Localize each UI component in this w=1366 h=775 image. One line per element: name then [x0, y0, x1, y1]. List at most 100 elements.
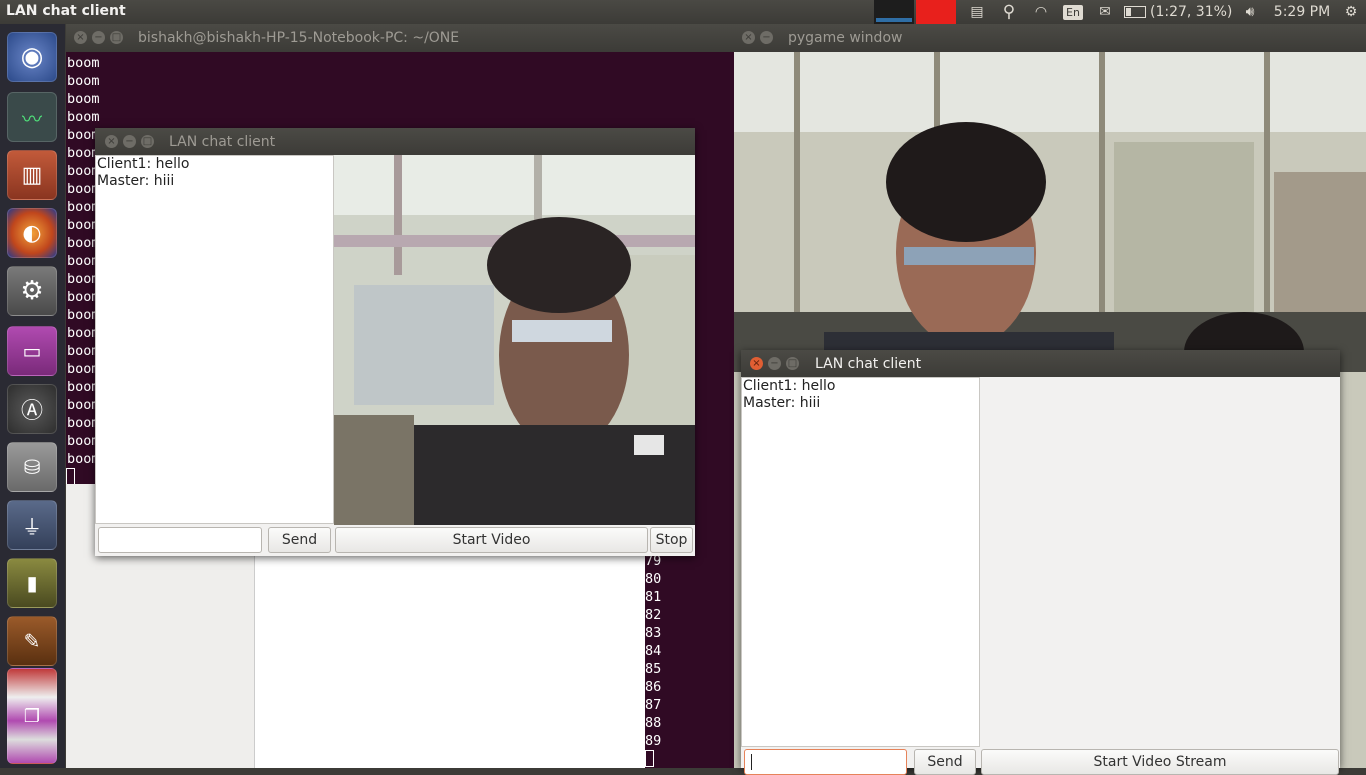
wifi-icon: ◠ [1034, 4, 1048, 20]
workspace-switcher-button[interactable]: ▭ [7, 326, 57, 376]
terminal-line: boom [67, 109, 100, 125]
pygame-titlebar[interactable]: × − pygame window [734, 24, 1366, 52]
search-icon: ⚲ [1002, 2, 1016, 22]
clock-indicator[interactable]: 5:29 PM [1270, 0, 1334, 24]
terminal-cursor [66, 468, 75, 485]
network-indicator[interactable]: ◠ [1028, 0, 1054, 24]
number-line: 83 [645, 625, 662, 641]
battery-app-button[interactable]: ▮ [7, 558, 57, 608]
minimize-icon[interactable]: − [768, 357, 781, 370]
gimp-icon: ✎ [23, 629, 41, 653]
line-number-output: 79 80 81 82 83 84 85 86 87 88 89 [645, 552, 661, 750]
maximize-icon[interactable]: □ [141, 135, 154, 148]
ubuntu-logo-icon: ◉ [20, 42, 44, 72]
pygame-title: pygame window [788, 30, 903, 46]
terminal-line: boom [67, 91, 100, 107]
files-button[interactable]: ▥ [7, 150, 57, 200]
chat-left-message-input[interactable] [98, 527, 262, 553]
top-panel: LAN chat client ▤ ⚲ ◠ En ✉ (1:27, 31%) 🔊… [0, 0, 1366, 24]
chat-right-titlebar[interactable]: × − □ LAN chat client [741, 350, 1340, 378]
chat-window-left[interactable]: × − □ LAN chat client Client1: hello Mas… [95, 128, 695, 556]
keyboard-indicator[interactable]: En [1060, 0, 1086, 24]
number-line: 86 [645, 679, 662, 695]
battery-app-icon: ▮ [26, 571, 38, 595]
number-line: 89 [645, 733, 662, 749]
chat-right-title: LAN chat client [815, 356, 922, 372]
chat-left-send-button[interactable]: Send [268, 527, 331, 553]
minimize-icon[interactable]: − [760, 31, 773, 44]
system-monitor-icon: 〰 [22, 106, 42, 131]
battery-icon [1124, 6, 1146, 18]
chat-right-message-list[interactable]: Client1: hello Master: hiii [741, 377, 980, 747]
minimize-icon[interactable]: − [123, 135, 136, 148]
disk-drive-button[interactable]: ⛁ [7, 442, 57, 492]
chat-message: Master: hiii [97, 173, 175, 189]
chat-left-titlebar[interactable]: × − □ LAN chat client [95, 128, 695, 156]
chat-message: Client1: hello [97, 156, 190, 172]
chat-left-title: LAN chat client [169, 134, 276, 150]
keyboard-layout-label: En [1063, 4, 1083, 20]
close-icon[interactable]: × [74, 31, 87, 44]
ubuntu-dash-button[interactable]: ◉ [7, 32, 57, 82]
search-indicator[interactable]: ⚲ [996, 0, 1022, 24]
chat-right-video-area [980, 377, 1340, 745]
maximize-icon[interactable]: □ [110, 31, 123, 44]
number-line: 85 [645, 661, 662, 677]
launcher: ◉ 〰 ▥ ◐ ⚙ ▭ Ⓐ ⛁ ⏚ ▮ ✎ ❐ [0, 24, 65, 768]
battery-status: (1:27, 31%) [1150, 4, 1233, 20]
gimp-button[interactable]: ✎ [7, 616, 57, 666]
clipboard-indicator[interactable]: ▤ [964, 0, 990, 24]
sound-indicator[interactable]: 🔊︎ [1238, 0, 1262, 24]
minimize-icon[interactable]: − [92, 31, 105, 44]
start-video-button[interactable]: Start Video [335, 527, 648, 553]
terminal-line: boom [67, 73, 100, 89]
number-line: 82 [645, 607, 662, 623]
number-line: 87 [645, 697, 662, 713]
memory-graph-indicator[interactable] [916, 0, 956, 24]
firefox-button[interactable]: ◐ [7, 208, 57, 258]
software-updater-button[interactable]: Ⓐ [7, 384, 57, 434]
terminal-title: bishakh@bishakh-HP-15-Notebook-PC: ~/ONE [138, 30, 460, 46]
hard-disk-icon: ⛁ [23, 455, 41, 479]
gear-icon: ⚙ [1344, 4, 1358, 20]
chat-right-message-input[interactable] [744, 749, 907, 775]
settings-gear-icon: ⚙ [20, 276, 44, 306]
chat-left-video-feed [334, 155, 695, 525]
close-icon[interactable]: × [750, 357, 763, 370]
file-cabinet-icon: ▥ [21, 162, 43, 188]
mail-indicator[interactable]: ✉ [1092, 0, 1118, 24]
speaker-icon: 🔊︎ [1245, 4, 1255, 20]
mail-icon: ✉ [1099, 4, 1111, 20]
terminal-line: boom [67, 55, 100, 71]
system-settings-button[interactable]: ⚙ [7, 266, 57, 316]
number-line: 88 [645, 715, 662, 731]
usb-icon: ⏚ [22, 514, 42, 539]
session-indicator[interactable]: ⚙ [1340, 0, 1362, 24]
cpu-graph-indicator[interactable] [874, 0, 914, 24]
system-monitor-button[interactable]: 〰 [7, 92, 57, 142]
chat-window-right[interactable]: × − □ LAN chat client Client1: hello Mas… [741, 350, 1340, 775]
number-line: 84 [645, 643, 662, 659]
editor-text-area[interactable] [254, 555, 645, 768]
terminal-titlebar[interactable]: × − □ bishakh@bishakh-HP-15-Notebook-PC:… [66, 24, 734, 52]
chat-message: Master: hiii [743, 395, 821, 411]
usb-drive-button[interactable]: ⏚ [7, 500, 57, 550]
maximize-icon[interactable]: □ [786, 357, 799, 370]
window-stack-icon: ❐ [23, 705, 41, 727]
battery-indicator[interactable]: (1:27, 31%) [1124, 0, 1234, 24]
close-icon[interactable]: × [742, 31, 755, 44]
output-cursor [645, 750, 654, 767]
workspace-icon: ▭ [22, 339, 42, 363]
clock-label: 5:29 PM [1273, 4, 1331, 20]
stacked-windows-button[interactable]: ❐ [7, 668, 57, 764]
webcam-frame-image [334, 155, 695, 525]
chat-right-send-button[interactable]: Send [914, 749, 976, 775]
clipboard-icon: ▤ [970, 4, 984, 20]
start-video-stream-button[interactable]: Start Video Stream [981, 749, 1339, 775]
stop-video-button[interactable]: Stop [650, 527, 693, 553]
close-icon[interactable]: × [105, 135, 118, 148]
number-line: 80 [645, 571, 662, 587]
chat-left-message-list[interactable]: Client1: hello Master: hiii [95, 155, 334, 524]
number-line: 81 [645, 589, 662, 605]
updater-icon: Ⓐ [20, 399, 43, 424]
